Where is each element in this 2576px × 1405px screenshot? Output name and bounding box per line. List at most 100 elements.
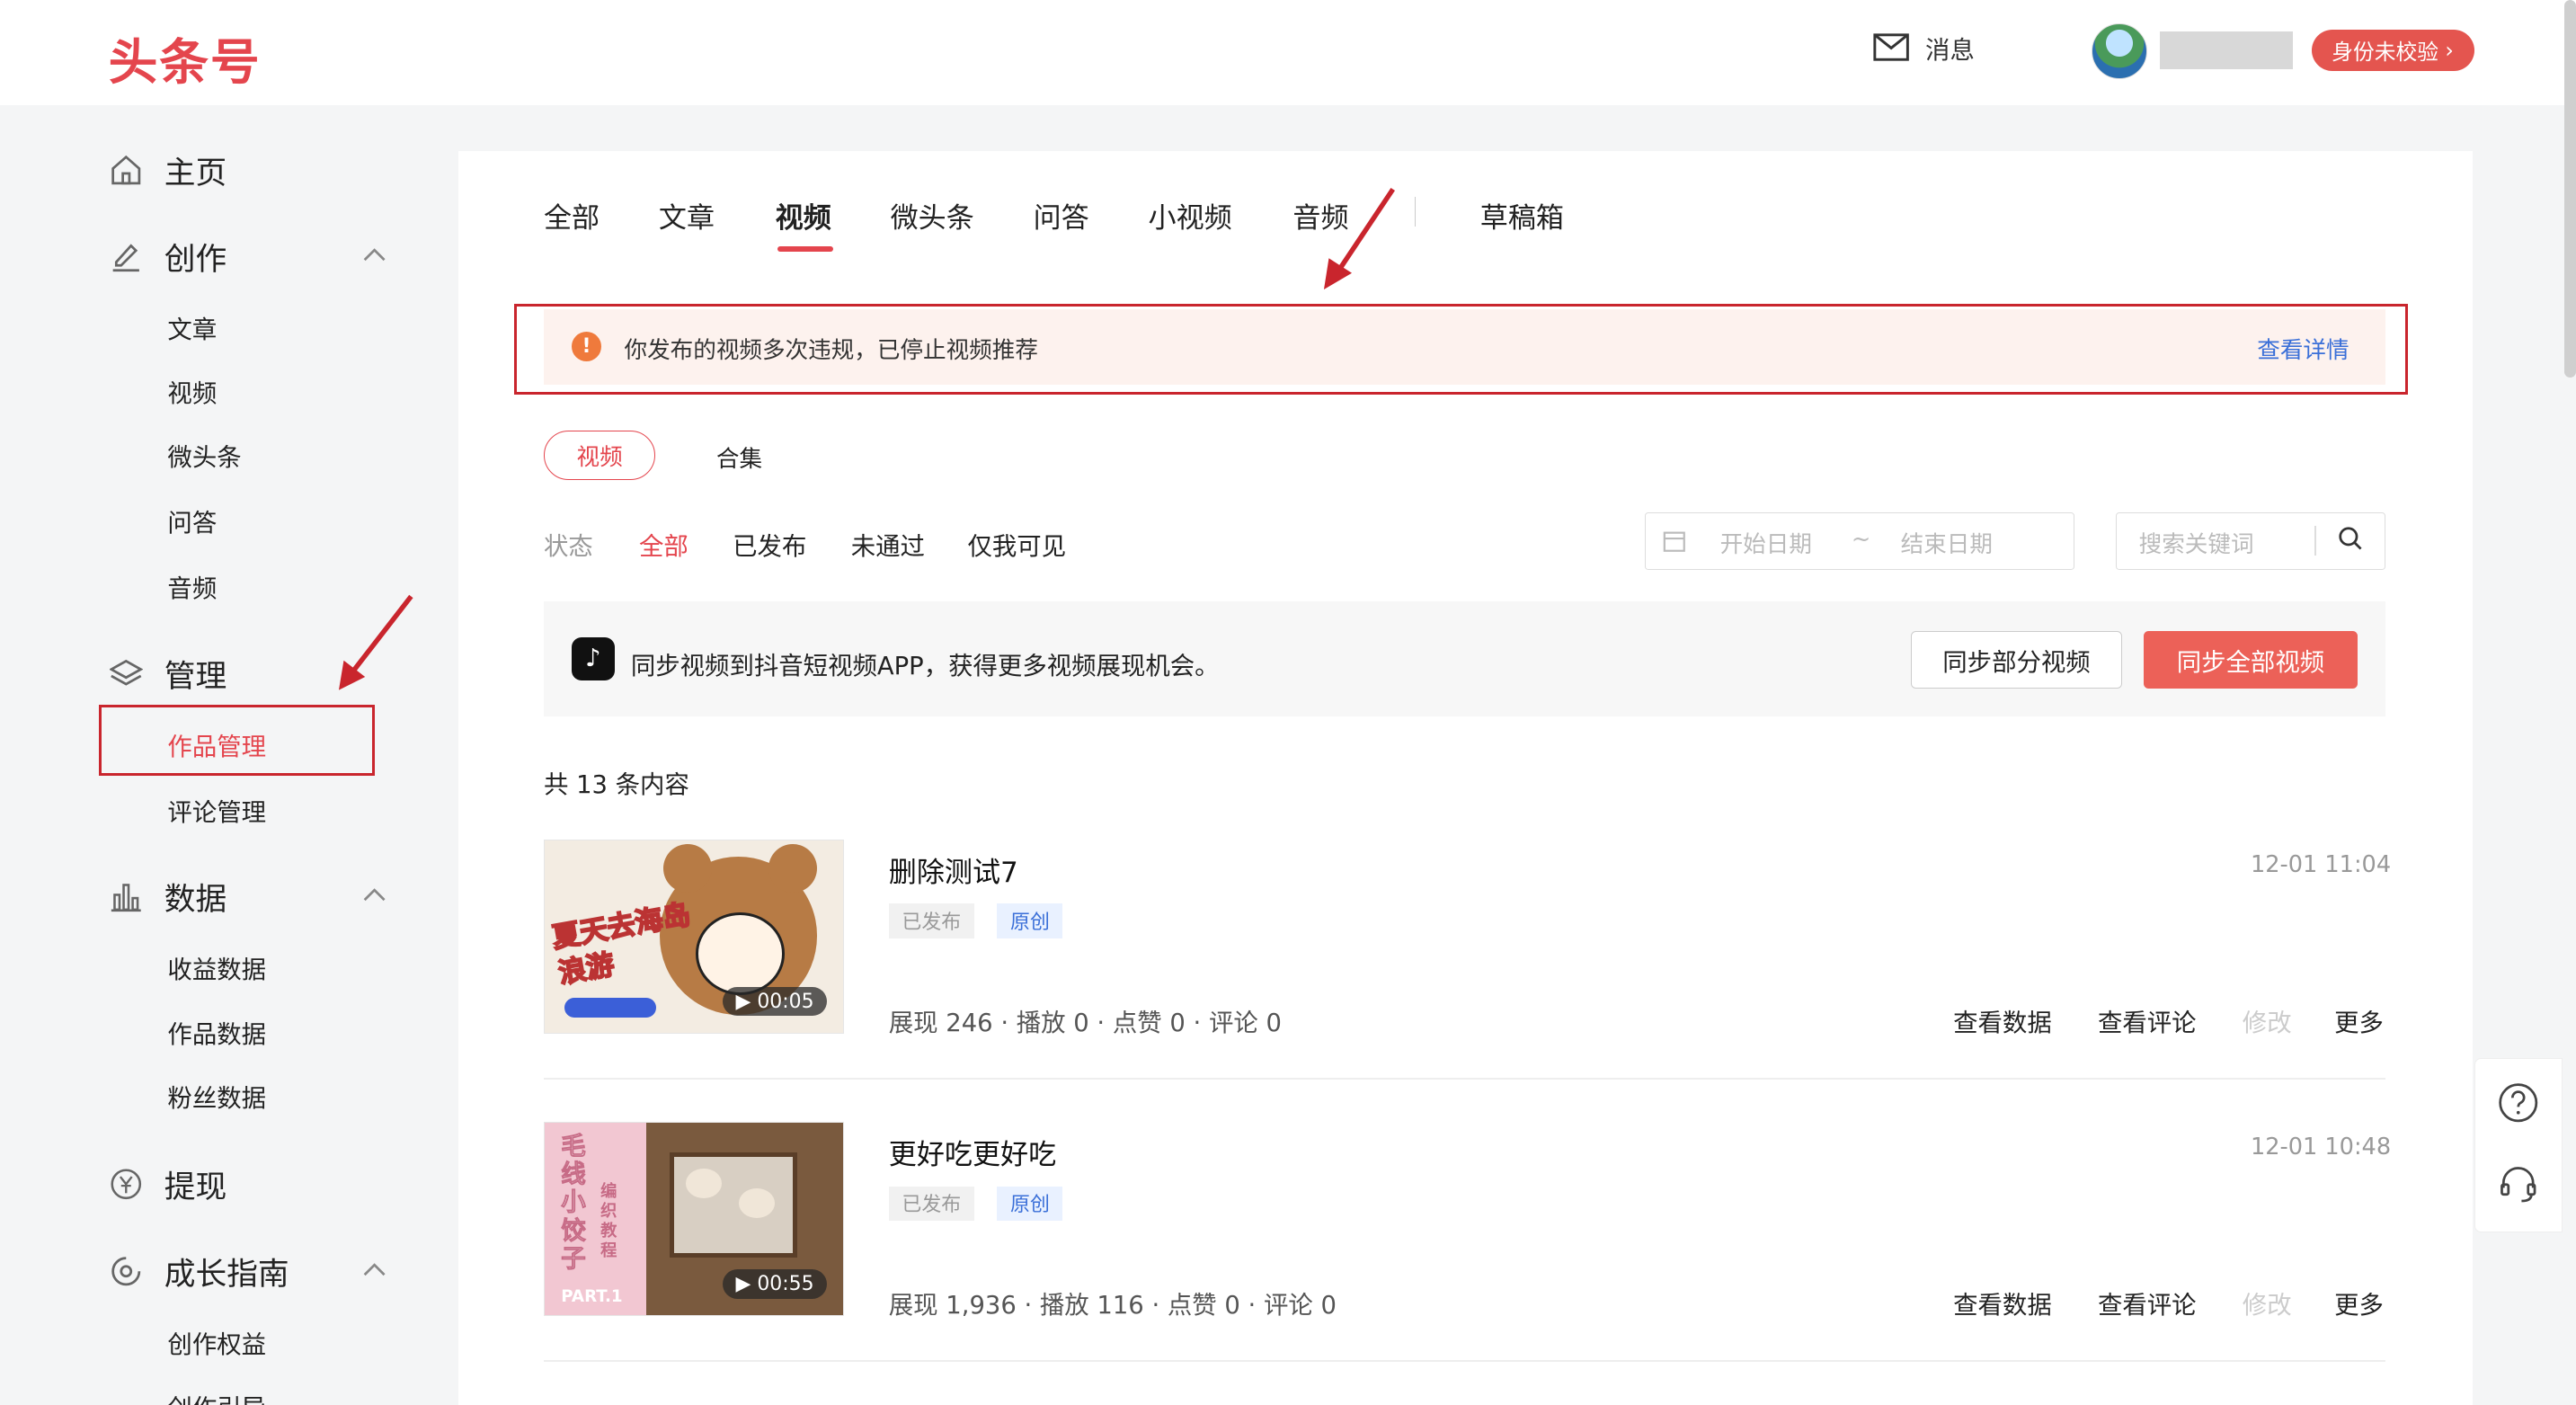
tab-qa[interactable]: 问答	[1034, 195, 1089, 236]
dumpling	[738, 1188, 775, 1219]
sidebar-create[interactable]: 创作	[109, 234, 227, 279]
filter-private[interactable]: 仅我可见	[968, 526, 1067, 562]
video-duration: ▶ 00:55	[722, 1269, 828, 1299]
sidebar-home[interactable]: 主页	[109, 147, 227, 192]
video-duration: ▶ 00:05	[722, 987, 828, 1017]
tab-all[interactable]: 全部	[544, 195, 600, 236]
thumbnail-caption: 毛线小饺子	[561, 1133, 586, 1273]
sidebar-item-comment-management[interactable]: 评论管理	[167, 792, 266, 828]
more-button[interactable]: 更多	[2334, 1285, 2384, 1321]
edit-button: 修改	[2242, 1292, 2292, 1321]
status-badge: 已发布	[888, 1186, 974, 1221]
original-badge: 原创	[997, 1186, 1063, 1221]
sync-partial-button[interactable]: 同步部分视频	[1910, 630, 2123, 689]
sidebar-growth-label: 成长指南	[164, 1257, 289, 1294]
sidebar-item-article[interactable]: 文章	[167, 309, 217, 345]
bar-chart-icon	[109, 878, 145, 914]
sidebar-withdraw-label: 提现	[164, 1169, 227, 1206]
sync-all-button[interactable]: 同步全部视频	[2144, 630, 2358, 689]
play-icon: ▶	[735, 990, 751, 1013]
filter-rejected[interactable]: 未通过	[851, 526, 925, 562]
thumbnail-subcaption: 编织教程	[600, 1182, 617, 1260]
view-data-button[interactable]: 查看数据	[1953, 1285, 2052, 1321]
sidebar-data-label: 数据	[164, 882, 227, 919]
mail-icon	[1872, 33, 1909, 62]
search-divider	[2314, 525, 2317, 556]
video-time: 12-01 10:48	[2250, 1134, 2392, 1161]
help-icon[interactable]	[2497, 1081, 2540, 1125]
chevron-up-icon[interactable]	[361, 242, 387, 268]
search-icon[interactable]	[2338, 526, 2364, 552]
subtab-collection[interactable]: 合集	[716, 440, 762, 474]
start-date-placeholder[interactable]: 开始日期	[1720, 526, 1812, 559]
view-data-button[interactable]: 查看数据	[1953, 1002, 2052, 1038]
scrollbar[interactable]	[2564, 0, 2576, 378]
sidebar-item-qa[interactable]: 问答	[167, 502, 217, 538]
filter-published[interactable]: 已发布	[733, 526, 806, 562]
status-filter-label: 状态	[543, 532, 593, 561]
edit-button: 修改	[2242, 1009, 2292, 1037]
pen-icon	[109, 237, 145, 273]
messages-label: 消息	[1925, 36, 1975, 65]
thumbnail-part: PART.1	[561, 1287, 623, 1307]
row-divider	[543, 1360, 2385, 1363]
highlight-box-works-management	[98, 705, 375, 776]
video-time: 12-01 11:04	[2250, 850, 2392, 878]
avatar[interactable]	[2091, 22, 2147, 79]
content-count: 共 13 条内容	[543, 770, 689, 799]
tab-drafts[interactable]: 草稿箱	[1480, 195, 1564, 236]
chevron-up-icon[interactable]	[361, 882, 387, 908]
tab-article[interactable]: 文章	[659, 195, 715, 236]
annotation-arrow-tabs	[1324, 187, 1396, 289]
thumbnail-badge	[564, 998, 657, 1018]
customer-service-icon[interactable]	[2497, 1163, 2540, 1206]
more-button[interactable]: 更多	[2334, 1002, 2384, 1038]
home-icon	[109, 152, 145, 188]
row-divider	[543, 1077, 2385, 1080]
sidebar-item-revenue-data[interactable]: 收益数据	[167, 949, 266, 985]
subtab-video[interactable]: 视频	[543, 430, 656, 480]
duration-label: 00:55	[757, 1273, 814, 1296]
sidebar-home-label: 主页	[164, 156, 227, 192]
chevron-up-icon[interactable]	[361, 1257, 387, 1283]
sidebar-item-creator-rights[interactable]: 创作权益	[167, 1324, 266, 1360]
messages-button[interactable]: 消息	[1872, 30, 1975, 66]
compass-icon	[109, 1253, 145, 1289]
video-title[interactable]: 删除测试7	[889, 849, 1018, 890]
sync-text: 同步视频到抖音短视频APP，获得更多视频展现机会。	[630, 653, 1220, 681]
status-badge: 已发布	[888, 903, 974, 938]
yen-coin-icon	[109, 1166, 145, 1202]
view-comments-button[interactable]: 查看评论	[2098, 1002, 2197, 1038]
video-stats: 展现 1,936 · 播放 116 · 点赞 0 · 评论 0	[888, 1292, 1337, 1321]
filter-all[interactable]: 全部	[639, 526, 688, 562]
tab-short-video[interactable]: 小视频	[1149, 195, 1232, 236]
verify-identity-button[interactable]: 身份未校验 ›	[2311, 29, 2474, 71]
highlight-box-alert	[514, 304, 2409, 395]
sidebar-withdraw[interactable]: 提现	[109, 1161, 227, 1206]
logo[interactable]: 头条号	[109, 22, 262, 93]
sidebar-item-micro-post[interactable]: 微头条	[167, 437, 241, 473]
sidebar-item-video[interactable]: 视频	[167, 373, 217, 409]
sidebar-manage[interactable]: 管理	[109, 651, 227, 696]
search-placeholder: 搜索关键词	[2138, 530, 2254, 558]
active-tab-indicator	[777, 246, 833, 252]
top-bar: 头条号 消息 身份未校验 ›	[0, 0, 2576, 105]
sidebar-item-fans-data[interactable]: 粉丝数据	[167, 1078, 266, 1114]
sidebar-data[interactable]: 数据	[109, 874, 227, 919]
tab-divider	[1414, 197, 1417, 227]
video-thumbnail[interactable]: 夏天去海岛浪游 ▶ 00:05	[543, 839, 845, 1034]
tab-video[interactable]: 视频	[776, 195, 831, 236]
sidebar-item-audio[interactable]: 音频	[167, 568, 217, 604]
view-comments-button[interactable]: 查看评论	[2098, 1285, 2197, 1321]
bear-ear	[768, 843, 818, 894]
play-icon: ▶	[735, 1273, 751, 1296]
end-date-placeholder[interactable]: 结束日期	[1901, 526, 1993, 559]
sidebar-item-creator-guide[interactable]: 创作引导	[167, 1388, 266, 1405]
sidebar-create-label: 创作	[164, 241, 227, 278]
video-thumbnail[interactable]: 毛线小饺子 编织教程 PART.1 ▶ 00:55	[543, 1122, 845, 1316]
video-title[interactable]: 更好吃更好吃	[889, 1132, 1056, 1172]
tab-micro-post[interactable]: 微头条	[891, 195, 974, 236]
calendar-icon	[1663, 531, 1685, 552]
sidebar-item-works-data[interactable]: 作品数据	[167, 1014, 266, 1050]
sidebar-growth[interactable]: 成长指南	[109, 1249, 289, 1294]
